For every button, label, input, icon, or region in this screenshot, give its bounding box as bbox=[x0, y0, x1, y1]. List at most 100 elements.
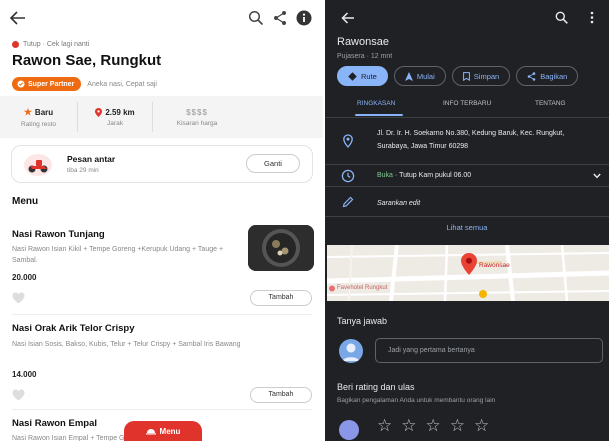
menu-item-price: 14.000 bbox=[12, 370, 37, 379]
info-icon[interactable] bbox=[296, 10, 312, 26]
stat-rating-label: Rating resto bbox=[20, 120, 57, 128]
location-pin-icon bbox=[95, 107, 103, 117]
ask-question-input[interactable]: Jadi yang pertama bertanya bbox=[375, 338, 603, 363]
delivery-eta: tiba 29 min bbox=[67, 167, 99, 174]
star-outline-icon[interactable]: ☆ bbox=[426, 416, 441, 436]
super-partner-label: Super Partner bbox=[28, 80, 75, 88]
delivery-title: Pesan antar bbox=[67, 154, 116, 164]
closed-status-icon bbox=[12, 41, 19, 48]
change-delivery-button[interactable]: Ganti bbox=[246, 154, 300, 173]
cuisine-tags: Aneka nasi, Cepat saji bbox=[87, 80, 157, 88]
gofood-top-bar bbox=[0, 0, 323, 36]
menu-item-description: Nasi Isian Sosis, Bakso, Kubis, Telur + … bbox=[12, 341, 241, 348]
star-outline-icon[interactable]: ☆ bbox=[377, 416, 392, 436]
hotel-marker-icon bbox=[329, 285, 335, 292]
maps-panel: Rawonsae Pujasera · 12 mnt Rute Mulai Si… bbox=[325, 0, 609, 441]
directions-button[interactable]: Rute bbox=[337, 66, 388, 86]
stat-distance-value: 2.59 km bbox=[105, 107, 135, 117]
stat-rating-value: Baru bbox=[34, 107, 54, 117]
restaurant-status: Tutup · Cek lagi nanti bbox=[12, 41, 89, 48]
share-button[interactable]: Bagikan bbox=[516, 66, 579, 86]
menu-floating-label: Menu bbox=[159, 426, 181, 436]
status-text: Tutup · Cek lagi nanti bbox=[23, 41, 90, 48]
search-icon[interactable] bbox=[555, 11, 568, 24]
gofood-panel: Tutup · Cek lagi nanti Rawon Sae, Rungku… bbox=[0, 0, 323, 441]
closing-time: · Tutup Kam pukul 06.00 bbox=[392, 172, 472, 179]
directions-icon bbox=[348, 71, 357, 81]
stat-price-value: $$$$ bbox=[186, 107, 208, 117]
chevron-down-icon[interactable] bbox=[593, 173, 601, 179]
stat-distance-label: Jarak bbox=[107, 119, 123, 127]
tab-overview[interactable]: RINGKASAN bbox=[357, 100, 395, 107]
back-arrow-icon[interactable] bbox=[341, 12, 355, 24]
place-actions: Rute Mulai Simpan Bagikan bbox=[337, 66, 579, 86]
menu-item-name[interactable]: Nasi Rawon Tunjang bbox=[12, 229, 105, 240]
restaurant-name: Rawon Sae, Rungkut bbox=[12, 52, 162, 69]
add-item-button[interactable]: Tambah bbox=[250, 387, 312, 403]
star-outline-icon[interactable]: ☆ bbox=[450, 416, 465, 436]
item-divider bbox=[12, 409, 312, 410]
place-marker-icon bbox=[461, 253, 477, 275]
menu-section-title: Menu bbox=[12, 196, 39, 207]
user-avatar bbox=[339, 420, 359, 440]
place-tabs: RINGKASAN INFO TERBARU TENTANG bbox=[325, 96, 609, 118]
start-navigation-button[interactable]: Mulai bbox=[393, 66, 446, 86]
favorite-heart-icon[interactable] bbox=[12, 292, 25, 304]
stat-distance: 2.59 km Jarak bbox=[78, 102, 153, 132]
delivery-option-card[interactable]: Pesan antar tiba 29 min Ganti bbox=[11, 145, 313, 183]
bookmark-icon bbox=[462, 71, 470, 81]
rating-section-title: Beri rating dan ulas bbox=[337, 382, 415, 392]
clock-icon bbox=[341, 169, 355, 183]
person-icon bbox=[342, 343, 360, 361]
badge-icon bbox=[17, 80, 25, 88]
share-icon bbox=[527, 71, 536, 81]
menu-floating-button[interactable]: Menu bbox=[124, 421, 202, 441]
map-nearby-label: Favehotel Rungkut bbox=[337, 285, 388, 291]
motorbike-icon bbox=[24, 154, 52, 176]
tab-updates[interactable]: INFO TERBARU bbox=[443, 100, 491, 107]
share-label: Bagikan bbox=[540, 71, 568, 81]
back-arrow-icon[interactable] bbox=[10, 11, 26, 25]
map-place-label: Rawonsae bbox=[479, 262, 510, 269]
suggest-edit-text: Sarankan edit bbox=[377, 200, 421, 207]
qa-section-title: Tanya jawab bbox=[337, 316, 388, 326]
menu-item-price: 20.000 bbox=[12, 273, 37, 282]
edit-pencil-icon bbox=[342, 196, 354, 208]
open-status: Buka bbox=[377, 172, 393, 179]
location-pin-icon bbox=[343, 134, 353, 148]
star-icon: ★ bbox=[23, 106, 32, 117]
favorite-heart-icon[interactable] bbox=[12, 389, 25, 401]
start-label: Mulai bbox=[416, 71, 435, 81]
map-preview[interactable]: Rawonsae Favehotel Rungkut bbox=[327, 245, 609, 301]
menu-item-photo[interactable] bbox=[248, 225, 314, 271]
rating-section-subtitle: Bagikan pengalaman Anda untuk membantu o… bbox=[337, 397, 496, 404]
stat-rating[interactable]: ★ Baru Rating resto bbox=[0, 102, 78, 132]
save-button[interactable]: Simpan bbox=[451, 66, 511, 86]
stat-price: $$$$ Kisaran harga bbox=[153, 102, 241, 132]
place-category-travel-time: Pujasera · 12 mnt bbox=[337, 53, 393, 60]
share-icon[interactable] bbox=[272, 10, 288, 26]
menu-item-name[interactable]: Nasi Rawon Empal bbox=[12, 418, 97, 429]
user-avatar bbox=[339, 339, 363, 363]
more-options-icon[interactable] bbox=[589, 11, 595, 24]
restaurant-tags: Super Partner Aneka nasi, Cepat saji bbox=[12, 77, 157, 91]
star-outline-icon[interactable]: ☆ bbox=[401, 416, 416, 436]
star-rating-input[interactable]: ☆ ☆ ☆ ☆ ☆ bbox=[377, 416, 489, 436]
star-outline-icon[interactable]: ☆ bbox=[474, 416, 489, 436]
search-icon[interactable] bbox=[248, 10, 264, 26]
see-all-link[interactable]: Lihat semua bbox=[325, 223, 609, 232]
stat-price-label: Kisaran harga bbox=[176, 119, 218, 127]
menu-item-name[interactable]: Nasi Orak Arik Telor Crispy bbox=[12, 323, 135, 334]
restaurant-stats: ★ Baru Rating resto 2.59 km Jarak $$$$ Ki… bbox=[0, 96, 323, 138]
address-row[interactable]: Jl. Dr. Ir. H. Soekarno No.380, Kedung B… bbox=[325, 119, 609, 165]
suggest-edit-row[interactable]: Sarankan edit bbox=[325, 187, 609, 217]
navigation-arrow-icon bbox=[404, 71, 413, 81]
item-divider bbox=[12, 314, 312, 315]
opening-hours-row[interactable]: Buka · Tutup Kam pukul 06.00 bbox=[325, 165, 609, 187]
save-label: Simpan bbox=[473, 71, 500, 81]
tab-about[interactable]: TENTANG bbox=[535, 100, 566, 107]
active-tab-indicator bbox=[355, 114, 403, 116]
opening-hours-text: Buka · Tutup Kam pukul 06.00 bbox=[377, 169, 597, 182]
add-item-button[interactable]: Tambah bbox=[250, 290, 312, 306]
address-text: Jl. Dr. Ir. H. Soekarno No.380, Kedung B… bbox=[377, 130, 565, 150]
